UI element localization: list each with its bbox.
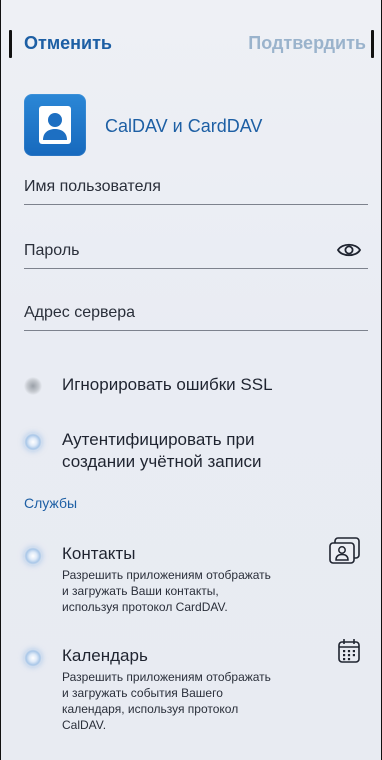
cancel-button[interactable]: Отменить	[24, 33, 112, 54]
authenticate-label-line1: Аутентифицировать при	[62, 430, 255, 449]
username-field[interactable]: Имя пользователя	[24, 176, 368, 205]
server-address-placeholder: Адрес сервера	[24, 304, 136, 321]
calendar-icon	[336, 637, 362, 670]
contacts-service-description: Разрешить приложениям отображать и загру…	[62, 567, 322, 615]
authenticate-label-line2: создании учётной записи	[62, 452, 262, 471]
contacts-service-checkbox[interactable]	[24, 547, 42, 565]
password-placeholder: Пароль	[24, 242, 80, 259]
calendar-service-checkbox[interactable]	[24, 649, 42, 667]
password-field[interactable]: Пароль	[24, 240, 368, 269]
calendar-desc-line1: Разрешить приложениям отображать	[62, 670, 271, 684]
calendar-desc-line3: календаря, используя протокол	[62, 702, 239, 716]
person-card-icon	[24, 94, 86, 156]
contacts-desc-line1: Разрешить приложениям отображать	[62, 568, 271, 582]
contacts-service-title: Контакты	[62, 544, 136, 563]
authenticate-on-create-checkbox[interactable]	[24, 433, 42, 451]
calendar-service-description: Разрешить приложениям отображать и загру…	[62, 669, 322, 733]
services-section-header: Службы	[24, 495, 78, 511]
account-type-title: CalDAV и CardDAV	[105, 116, 263, 136]
authenticate-on-create-label: Аутентифицировать при создании учётной з…	[62, 429, 261, 473]
calendar-desc-line4: CalDAV.	[62, 718, 107, 732]
contacts-desc-line3: используя протокол CardDAV.	[62, 600, 228, 614]
confirm-button[interactable]: Подтвердить	[248, 33, 366, 54]
frame-border-left	[0, 0, 1, 760]
edge-marker-left	[9, 30, 12, 58]
show-password-eye-icon[interactable]	[336, 240, 362, 265]
contacts-desc-line2: и загружать Ваши контакты,	[62, 584, 219, 598]
username-placeholder: Имя пользователя	[24, 178, 161, 195]
ignore-ssl-label: Игнорировать ошибки SSL	[62, 375, 273, 394]
edge-marker-right	[371, 30, 374, 58]
ignore-ssl-checkbox[interactable]	[24, 377, 42, 395]
contacts-icon	[328, 536, 362, 571]
server-address-field[interactable]: Адрес сервера	[24, 302, 368, 331]
calendar-desc-line2: и загружать события Вашего	[62, 686, 223, 700]
calendar-service-title: Календарь	[62, 646, 148, 665]
